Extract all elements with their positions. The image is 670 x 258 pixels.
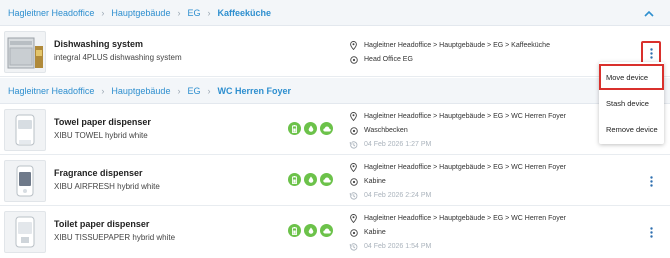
stash-device-menu-item[interactable]: Stash device bbox=[599, 90, 664, 116]
cloud-icon bbox=[320, 224, 333, 237]
breadcrumb-item[interactable]: EG bbox=[187, 86, 200, 96]
device-image bbox=[4, 160, 46, 202]
device-row-towel[interactable]: Towel paper dispenser XIBU TOWEL hybrid … bbox=[0, 105, 670, 155]
cloud-icon bbox=[320, 122, 333, 135]
device-timestamp: 04 Feb 2026 1:27 PM bbox=[349, 140, 431, 149]
location-path: Hagleitner Headoffice > Hauptgebäude > E… bbox=[364, 215, 567, 222]
move-device-menu-item[interactable]: Move device bbox=[599, 64, 664, 90]
breadcrumb-item[interactable]: Hagleitner Headoffice bbox=[8, 86, 94, 96]
group-header-wc-herren-foyer[interactable]: Hagleitner Headoffice › Hauptgebäude › E… bbox=[0, 78, 670, 104]
location-path: Hagleitner Headoffice > Hauptgebäude > E… bbox=[364, 113, 567, 120]
breadcrumb-item[interactable]: EG bbox=[187, 8, 200, 18]
timestamp-label: 04 Feb 2026 2:24 PM bbox=[364, 192, 432, 199]
breadcrumb-item[interactable]: Hauptgebäude bbox=[111, 86, 170, 96]
breadcrumb-item[interactable]: Hagleitner Headoffice bbox=[8, 8, 94, 18]
device-model: XIBU TOWEL hybrid white bbox=[54, 131, 148, 140]
device-name: Towel paper dispenser bbox=[54, 117, 151, 127]
map-pin-icon bbox=[349, 41, 358, 50]
device-timestamp: 04 Feb 2026 2:24 PM bbox=[349, 191, 431, 200]
device-place: Kabine bbox=[349, 177, 386, 186]
device-row-toilet-paper[interactable]: Toilet paper dispenser XIBU TISSUEPAPER … bbox=[0, 207, 670, 257]
breadcrumb-separator-icon: › bbox=[177, 85, 181, 96]
timestamp-label: 04 Feb 2026 1:27 PM bbox=[364, 141, 432, 148]
target-icon bbox=[349, 228, 358, 237]
drop-icon bbox=[304, 173, 317, 186]
place-label: Kabine bbox=[364, 178, 386, 185]
device-context-menu: Move device Stash device Remove device bbox=[599, 62, 664, 144]
status-badges bbox=[288, 122, 333, 135]
target-icon bbox=[349, 126, 358, 135]
map-pin-icon bbox=[349, 214, 358, 223]
more-options-button[interactable] bbox=[644, 173, 658, 189]
kebab-menu-icon bbox=[649, 175, 653, 187]
chevron-up-icon[interactable] bbox=[642, 6, 656, 20]
map-pin-icon bbox=[349, 112, 358, 121]
battery-icon bbox=[288, 173, 301, 186]
breadcrumb-separator-icon: › bbox=[177, 7, 181, 18]
breadcrumb-item-current[interactable]: WC Herren Foyer bbox=[217, 86, 291, 96]
device-name: Dishwashing system bbox=[54, 39, 144, 49]
breadcrumb-item-current[interactable]: Kaffeeküche bbox=[217, 8, 271, 18]
cloud-icon bbox=[320, 173, 333, 186]
device-name: Toilet paper dispenser bbox=[54, 219, 150, 229]
place-label: Kabine bbox=[364, 229, 386, 236]
timestamp-label: 04 Feb 2026 1:54 PM bbox=[364, 243, 432, 250]
more-options-button[interactable] bbox=[644, 224, 658, 240]
device-place: Waschbecken bbox=[349, 126, 408, 135]
kebab-menu-icon bbox=[649, 47, 653, 59]
battery-icon bbox=[288, 224, 301, 237]
drop-icon bbox=[304, 122, 317, 135]
device-row-fragrance[interactable]: Fragrance dispenser XIBU AIRFRESH hybrid… bbox=[0, 156, 670, 206]
group-header-kaffeekueche[interactable]: Hagleitner Headoffice › Hauptgebäude › E… bbox=[0, 0, 670, 26]
status-badges bbox=[288, 224, 333, 237]
device-location: Hagleitner Headoffice > Hauptgebäude > E… bbox=[349, 214, 566, 223]
breadcrumb-item[interactable]: Hauptgebäude bbox=[111, 8, 170, 18]
clock-history-icon bbox=[349, 140, 358, 149]
device-image bbox=[4, 109, 46, 151]
device-model: XIBU AIRFRESH hybrid white bbox=[54, 182, 160, 191]
breadcrumb-separator-icon: › bbox=[101, 7, 105, 18]
location-path: Hagleitner Headoffice > Hauptgebäude > E… bbox=[364, 164, 567, 171]
device-location: Hagleitner Headoffice > Hauptgebäude > E… bbox=[349, 112, 566, 121]
drop-icon bbox=[304, 224, 317, 237]
place-label: Waschbecken bbox=[364, 127, 408, 134]
kebab-menu-icon bbox=[649, 226, 653, 238]
device-model: integral 4PLUS dishwashing system bbox=[54, 53, 182, 62]
breadcrumb-separator-icon: › bbox=[207, 85, 211, 96]
device-image bbox=[4, 31, 46, 73]
status-badges bbox=[288, 173, 333, 186]
device-model: XIBU TISSUEPAPER hybrid white bbox=[54, 233, 176, 242]
remove-device-menu-item[interactable]: Remove device bbox=[599, 116, 664, 142]
map-pin-icon bbox=[349, 163, 358, 172]
breadcrumb-separator-icon: › bbox=[207, 7, 211, 18]
target-icon bbox=[349, 55, 358, 64]
device-place: Head Office EG bbox=[349, 55, 413, 64]
device-place: Kabine bbox=[349, 228, 386, 237]
device-location: Hagleitner Headoffice > Hauptgebäude > E… bbox=[349, 41, 550, 50]
clock-history-icon bbox=[349, 191, 358, 200]
device-location: Hagleitner Headoffice > Hauptgebäude > E… bbox=[349, 163, 566, 172]
device-name: Fragrance dispenser bbox=[54, 168, 143, 178]
device-row-dishwashing[interactable]: Dishwashing system integral 4PLUS dishwa… bbox=[0, 27, 670, 77]
target-icon bbox=[349, 177, 358, 186]
device-image bbox=[4, 211, 46, 253]
battery-icon bbox=[288, 122, 301, 135]
clock-history-icon bbox=[349, 242, 358, 251]
location-path: Hagleitner Headoffice > Hauptgebäude > E… bbox=[364, 42, 550, 49]
breadcrumb-separator-icon: › bbox=[101, 85, 105, 96]
place-label: Head Office EG bbox=[364, 56, 413, 63]
device-timestamp: 04 Feb 2026 1:54 PM bbox=[349, 242, 431, 251]
